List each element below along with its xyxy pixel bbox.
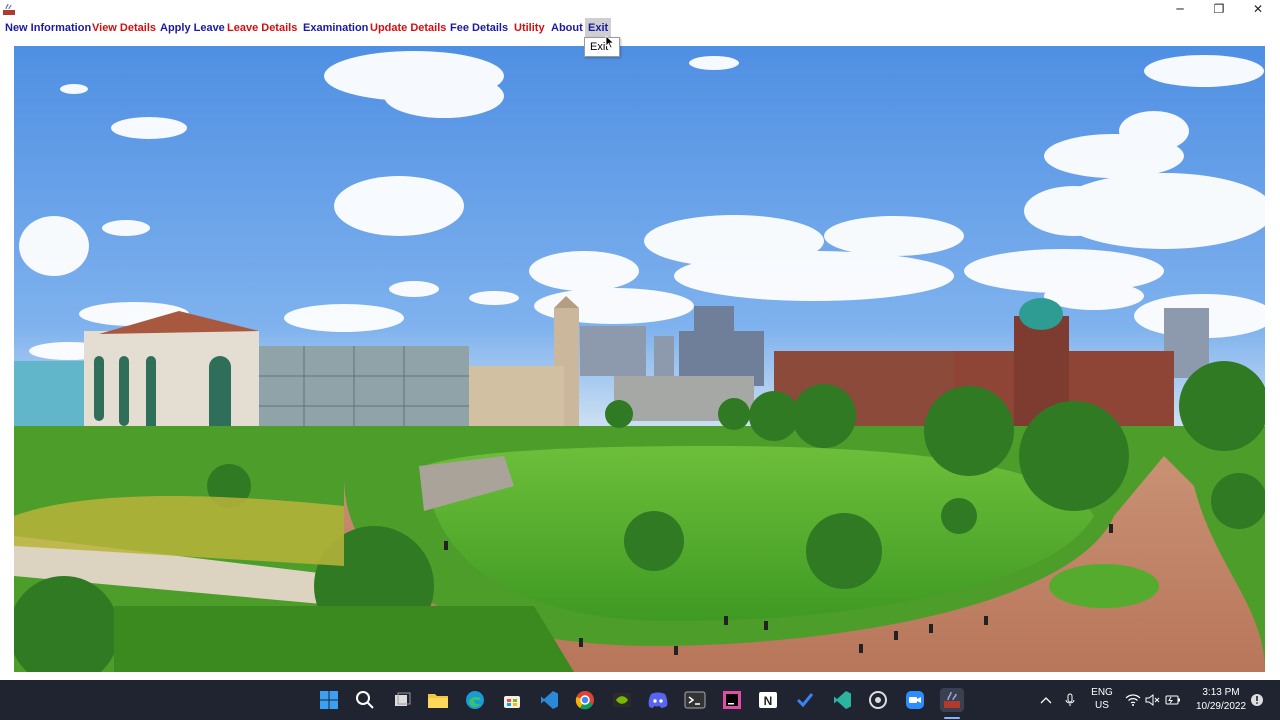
minimize-button[interactable]: ─ [1160, 0, 1200, 18]
menu-bar: New Information View Details Apply Leave… [0, 18, 1280, 38]
java-app-icon [3, 3, 15, 15]
maximize-button[interactable]: ❐ [1199, 0, 1239, 18]
visual-studio-icon[interactable] [830, 688, 854, 712]
discord-icon[interactable] [646, 688, 670, 712]
language-code: ENG [1091, 687, 1113, 698]
edge-icon[interactable] [463, 688, 487, 712]
volume-muted-icon[interactable] [1144, 680, 1162, 720]
clock-date: 10/29/2022 [1195, 701, 1247, 712]
task-view-icon[interactable] [390, 688, 414, 712]
wifi-icon[interactable] [1124, 680, 1142, 720]
taskbar: N ENG US 3:13 PM 10/29/2022 [0, 680, 1280, 720]
maximize-icon: ❐ [1213, 2, 1225, 16]
close-icon: ✕ [1252, 2, 1264, 16]
zoom-icon[interactable] [903, 688, 927, 712]
windows-start-icon[interactable] [317, 688, 341, 712]
campus-background-image [14, 46, 1265, 672]
terminal-icon[interactable] [683, 688, 707, 712]
active-app-indicator [944, 717, 960, 719]
onenote-icon[interactable]: N [756, 688, 780, 712]
github-desktop-icon[interactable] [866, 688, 890, 712]
svg-text:N: N [764, 694, 773, 708]
vscode-icon[interactable] [537, 688, 561, 712]
main-panel [0, 38, 1280, 680]
chrome-icon[interactable] [573, 688, 597, 712]
nvidia-icon[interactable] [610, 688, 634, 712]
todo-icon[interactable] [793, 688, 817, 712]
chevron-up-icon[interactable] [1038, 680, 1054, 720]
menu-apply-leave[interactable]: Apply Leave [157, 18, 228, 38]
close-button[interactable]: ✕ [1238, 0, 1278, 18]
microphone-icon[interactable] [1062, 680, 1078, 720]
region-code: US [1095, 700, 1109, 711]
search-icon[interactable] [353, 688, 377, 712]
menu-leave-details[interactable]: Leave Details [224, 18, 300, 38]
battery-icon[interactable] [1164, 680, 1182, 720]
store-icon[interactable] [500, 688, 524, 712]
menu-new-information[interactable]: New Information [2, 18, 94, 38]
menu-utility[interactable]: Utility [511, 18, 548, 38]
clock[interactable]: 3:13 PM 10/29/2022 [1184, 686, 1258, 714]
menu-view-details[interactable]: View Details [89, 18, 159, 38]
mouse-cursor-icon [605, 35, 615, 49]
minimize-icon: ─ [1176, 2, 1184, 16]
clock-time: 3:13 PM [1202, 687, 1240, 698]
file-explorer-icon[interactable] [426, 688, 450, 712]
notification-icon[interactable] [1249, 680, 1265, 720]
intellij-icon[interactable] [720, 688, 744, 712]
menu-fee-details[interactable]: Fee Details [447, 18, 511, 38]
menu-update-details[interactable]: Update Details [367, 18, 449, 38]
java-app-icon[interactable] [940, 688, 964, 712]
menu-about[interactable]: About [548, 18, 586, 38]
language-indicator[interactable]: ENG US [1088, 686, 1116, 712]
menu-examination[interactable]: Examination [300, 18, 371, 38]
title-bar: ─ ❐ ✕ [0, 0, 1280, 18]
